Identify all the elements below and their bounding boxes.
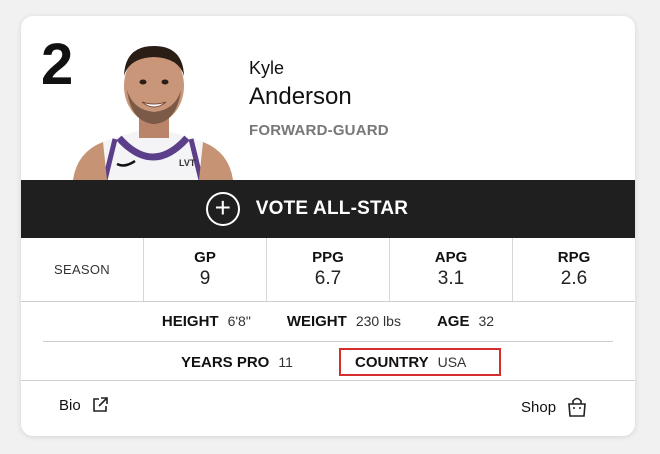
weight-label: WEIGHT	[286, 313, 347, 330]
player-headshot: LVT	[73, 46, 233, 180]
shop-link-label: Shop	[521, 398, 557, 416]
player-last-name: Anderson	[249, 83, 352, 110]
stat-value: 9	[199, 268, 211, 289]
stat-value: 6.7	[314, 268, 342, 289]
age-pair: AGE 32	[437, 313, 494, 330]
plus-circle-icon: +	[205, 192, 240, 226]
season-cell: SEASON	[21, 238, 143, 301]
age-label: AGE	[436, 313, 470, 330]
stat-value: 2.6	[560, 268, 588, 289]
age-value: 32	[478, 313, 495, 329]
player-first-name: Kyle	[249, 58, 285, 78]
height-value: 6'8"	[227, 313, 251, 329]
player-position: FORWARD-GUARD	[249, 122, 389, 139]
bio-row-physical: HEIGHT 6'8" WEIGHT 230 lbs AGE 32	[43, 302, 613, 342]
stats-table: SEASON GP 9 PPG 6.7 APG 3.1 RPG 2.6	[21, 238, 635, 302]
vote-label: VOTE ALL-STAR	[255, 198, 409, 219]
years-pro-value: 11	[278, 353, 293, 370]
country-pair-highlighted: COUNTRY USA	[339, 348, 501, 376]
stat-label: RPG	[557, 249, 591, 266]
season-label: SEASON	[54, 262, 110, 277]
stat-ppg: PPG 6.7	[266, 238, 389, 301]
external-link-icon	[92, 397, 108, 412]
stat-label: GP	[194, 249, 216, 266]
player-card: 2 LVT Kyle Anderson FORWARD-GUARD + VOTE…	[21, 16, 635, 436]
stat-label: APG	[434, 249, 468, 266]
height-label: HEIGHT	[161, 313, 219, 330]
shopping-bag-icon	[568, 397, 586, 417]
stat-gp: GP 9	[143, 238, 266, 301]
jersey-sponsor-text: LVT	[179, 158, 196, 168]
weight-value: 230 lbs	[355, 313, 401, 329]
country-value: USA	[437, 354, 467, 370]
country-label: COUNTRY	[355, 354, 429, 371]
weight-pair: WEIGHT 230 lbs	[287, 313, 401, 330]
stat-rpg: RPG 2.6	[512, 238, 635, 301]
height-pair: HEIGHT 6'8"	[162, 313, 251, 330]
years-pro-pair: YEARS PRO 11	[181, 354, 293, 371]
stat-label: PPG	[312, 249, 344, 266]
player-header: 2 LVT Kyle Anderson FORWARD-GUARD	[21, 16, 635, 180]
bio-link[interactable]: Bio	[59, 396, 109, 414]
bio-row-career: YEARS PRO 11 COUNTRY USA	[43, 343, 613, 381]
stat-value: 3.1	[437, 268, 465, 289]
years-pro-label: YEARS PRO	[181, 353, 270, 371]
stat-apg: APG 3.1	[389, 238, 512, 301]
footer-divider	[21, 380, 635, 381]
shop-link[interactable]: Shop	[521, 396, 588, 418]
vote-all-star-button[interactable]: + VOTE ALL-STAR	[21, 180, 635, 238]
bio-link-label: Bio	[59, 396, 81, 414]
